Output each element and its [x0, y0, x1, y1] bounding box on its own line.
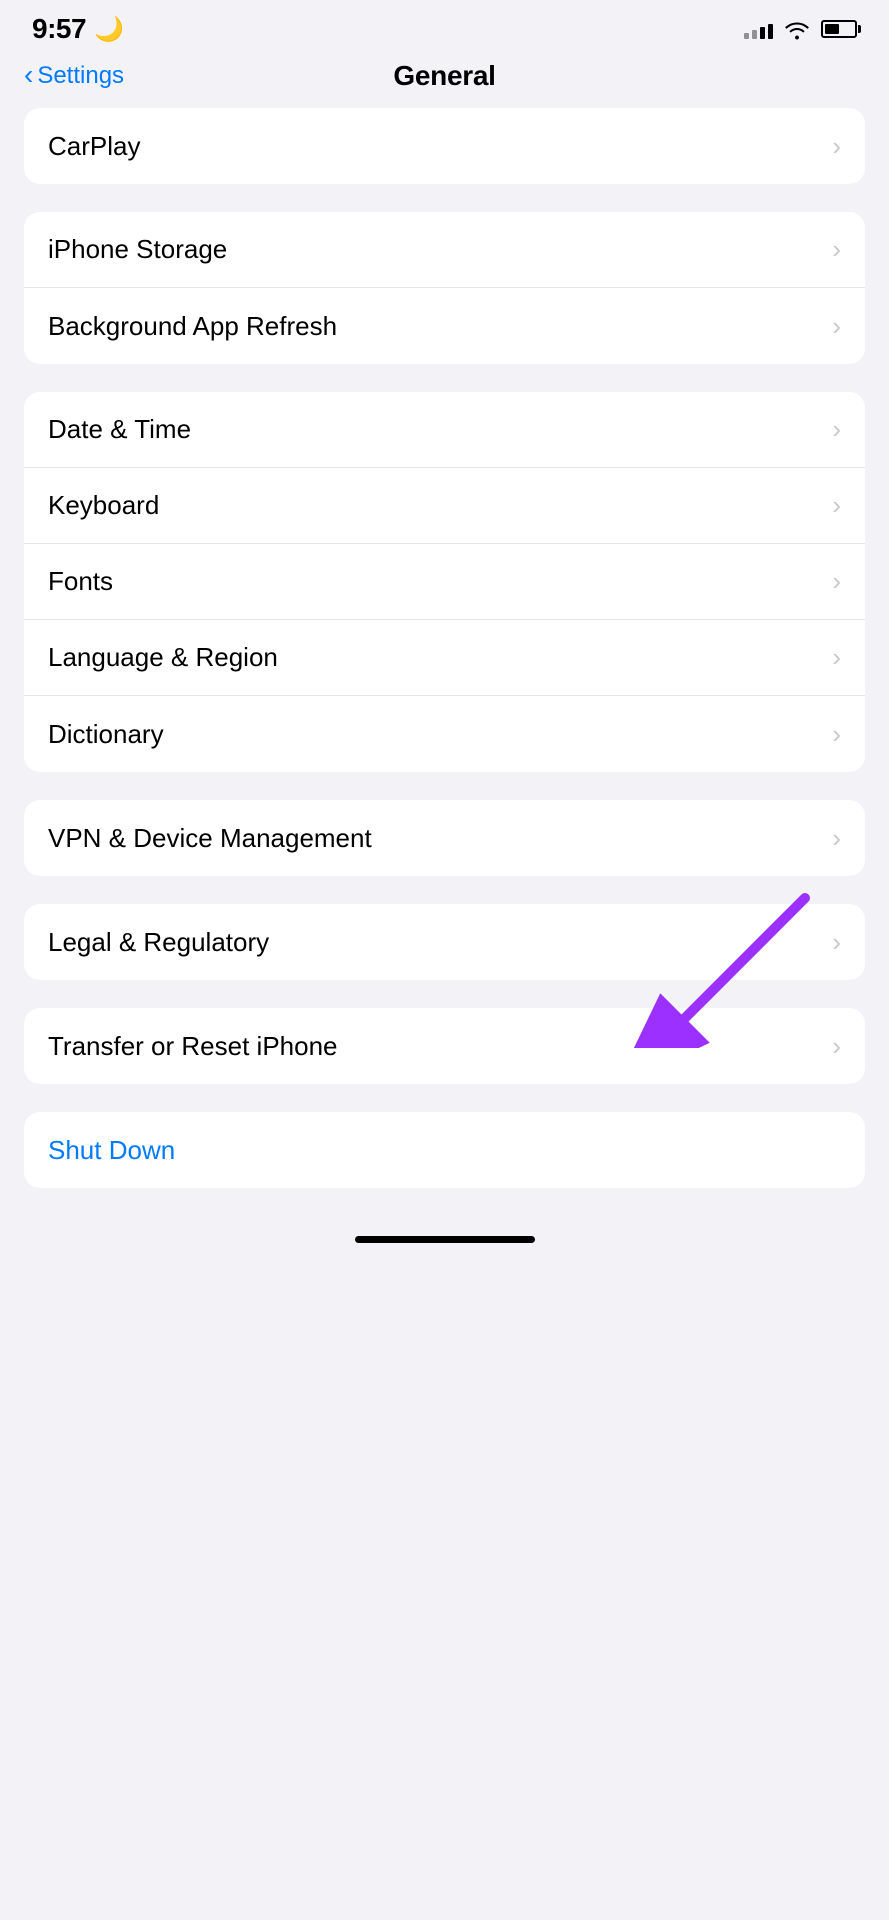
home-bar: [355, 1236, 535, 1243]
status-time: 9:57: [32, 13, 86, 45]
fonts-chevron-icon: ›: [832, 566, 841, 597]
keyboard-label: Keyboard: [48, 490, 159, 521]
date-time-chevron-icon: ›: [832, 414, 841, 445]
settings-content: CarPlay › iPhone Storage › Background Ap…: [0, 108, 889, 1188]
moon-icon: 🌙: [94, 15, 124, 44]
home-indicator: [0, 1216, 889, 1259]
transfer-reset-label: Transfer or Reset iPhone: [48, 1031, 338, 1062]
iphone-storage-label: iPhone Storage: [48, 234, 227, 265]
status-bar: 9:57 🌙: [0, 0, 889, 52]
language-region-label: Language & Region: [48, 642, 278, 673]
date-time-row[interactable]: Date & Time ›: [24, 392, 865, 468]
nav-bar: ‹ Settings General: [0, 52, 889, 108]
back-label: Settings: [37, 62, 124, 90]
vpn-chevron-icon: ›: [832, 823, 841, 854]
carplay-label: CarPlay: [48, 131, 140, 162]
storage-group: iPhone Storage › Background App Refresh …: [24, 212, 865, 364]
carplay-group: CarPlay ›: [24, 108, 865, 184]
iphone-storage-chevron-icon: ›: [832, 234, 841, 265]
dictionary-row[interactable]: Dictionary ›: [24, 696, 865, 772]
shut-down-row[interactable]: Shut Down: [24, 1112, 865, 1188]
locale-group: Date & Time › Keyboard › Fonts › Languag…: [24, 392, 865, 772]
battery-icon: [821, 20, 857, 38]
legal-regulatory-label: Legal & Regulatory: [48, 927, 269, 958]
vpn-group: VPN & Device Management ›: [24, 800, 865, 876]
background-app-refresh-chevron-icon: ›: [832, 311, 841, 342]
signal-icon: [744, 19, 773, 39]
wifi-icon: [783, 18, 811, 40]
shut-down-group: Shut Down: [24, 1112, 865, 1188]
date-time-label: Date & Time: [48, 414, 191, 445]
carplay-chevron-icon: ›: [832, 131, 841, 162]
legal-chevron-icon: ›: [832, 927, 841, 958]
dictionary-chevron-icon: ›: [832, 719, 841, 750]
background-app-refresh-label: Background App Refresh: [48, 311, 337, 342]
shut-down-label: Shut Down: [48, 1135, 175, 1166]
iphone-storage-row[interactable]: iPhone Storage ›: [24, 212, 865, 288]
language-region-row[interactable]: Language & Region ›: [24, 620, 865, 696]
language-region-chevron-icon: ›: [832, 642, 841, 673]
keyboard-row[interactable]: Keyboard ›: [24, 468, 865, 544]
carplay-row[interactable]: CarPlay ›: [24, 108, 865, 184]
vpn-device-management-label: VPN & Device Management: [48, 823, 372, 854]
dictionary-label: Dictionary: [48, 719, 164, 750]
background-app-refresh-row[interactable]: Background App Refresh ›: [24, 288, 865, 364]
vpn-device-management-row[interactable]: VPN & Device Management ›: [24, 800, 865, 876]
purple-arrow-annotation: [625, 888, 825, 1048]
transfer-reset-chevron-icon: ›: [832, 1031, 841, 1062]
fonts-row[interactable]: Fonts ›: [24, 544, 865, 620]
back-chevron-icon: ‹: [24, 61, 33, 89]
keyboard-chevron-icon: ›: [832, 490, 841, 521]
status-icons: [744, 18, 857, 40]
page-title: General: [393, 60, 495, 92]
transfer-section: Transfer or Reset iPhone ›: [24, 1008, 865, 1084]
back-button[interactable]: ‹ Settings: [24, 62, 124, 90]
fonts-label: Fonts: [48, 566, 113, 597]
